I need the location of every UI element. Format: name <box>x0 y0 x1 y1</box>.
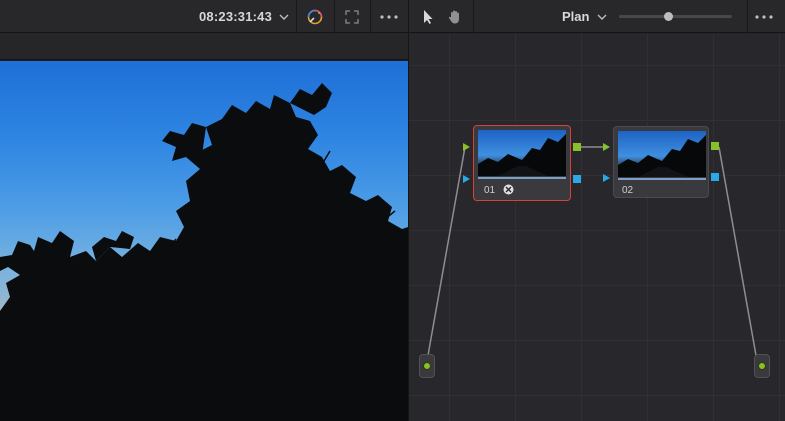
output-connection <box>718 146 758 362</box>
node-02-thumbnail <box>618 131 706 177</box>
tree-silhouette-image <box>0 83 408 421</box>
fullscreen-icon[interactable] <box>341 6 363 28</box>
node-connections <box>426 146 758 362</box>
viewer-image[interactable] <box>0 61 408 421</box>
more-options-icon[interactable] <box>378 6 400 28</box>
hand-pan-icon[interactable] <box>444 6 466 28</box>
timecode-chevron-down-icon[interactable] <box>278 11 290 23</box>
node-01-fx-badge-icon <box>503 184 514 195</box>
node-02-key-output-port[interactable] <box>711 173 719 181</box>
output-input-port[interactable] <box>758 362 766 370</box>
node-graph-canvas[interactable]: 01 02 <box>409 34 785 421</box>
node-01-progress-bar <box>478 177 566 179</box>
node-01-rgb-output-port[interactable] <box>573 143 581 151</box>
node-01[interactable]: 01 <box>473 125 571 201</box>
node-02-key-input-port[interactable] <box>602 174 610 182</box>
node-editor-panel: Plan 01 02 <box>408 0 785 421</box>
timecode[interactable]: 08:23:31:43 <box>199 9 272 24</box>
viewer-subbar <box>0 33 408 60</box>
node-02-rgb-output-port[interactable] <box>711 142 719 150</box>
pointer-icon[interactable] <box>417 6 439 28</box>
more-options-icon[interactable] <box>753 6 775 28</box>
node-01-rgb-input-port[interactable] <box>462 143 470 151</box>
mode-chevron-down-icon[interactable] <box>596 11 608 23</box>
node-02-rgb-input-port[interactable] <box>602 143 610 151</box>
zoom-slider-track[interactable] <box>619 15 732 18</box>
source-output-port[interactable] <box>423 362 431 370</box>
output-node[interactable] <box>754 354 770 378</box>
toolbar-divider <box>296 0 297 33</box>
toolbar-divider <box>370 0 371 33</box>
node-01-key-input-port[interactable] <box>462 175 470 183</box>
viewer-toolbar: 08:23:31:43 <box>0 0 408 33</box>
node-editor-toolbar: Plan <box>409 0 785 33</box>
viewer-panel: 08:23:31:43 <box>0 0 408 421</box>
node-02[interactable]: 02 <box>613 126 709 198</box>
source-input-connection <box>426 146 466 362</box>
node-02-label: 02 <box>622 185 634 196</box>
zoom-slider-thumb[interactable] <box>664 12 674 21</box>
color-picker-icon[interactable] <box>304 6 326 28</box>
node-01-thumbnail <box>478 130 566 176</box>
node-02-progress-bar <box>618 178 706 180</box>
toolbar-divider <box>747 0 748 33</box>
toolbar-divider <box>334 0 335 33</box>
source-input-node[interactable] <box>419 354 435 378</box>
toolbar-divider <box>473 0 474 33</box>
node-01-label: 01 <box>484 185 496 196</box>
node-01-key-output-port[interactable] <box>573 175 581 183</box>
node-mode-label[interactable]: Plan <box>562 9 589 24</box>
